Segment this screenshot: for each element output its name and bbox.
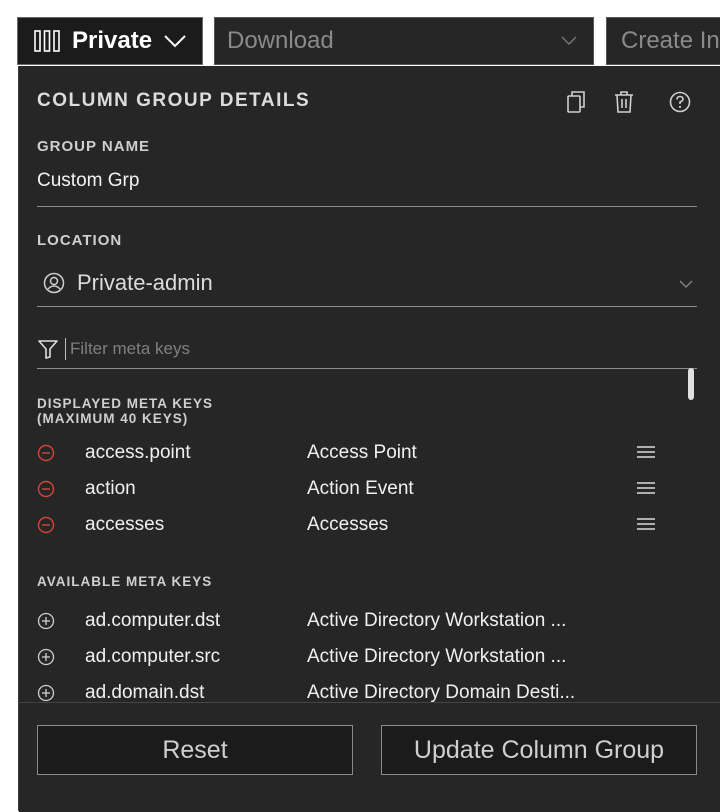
location-label: LOCATION: [37, 232, 123, 249]
plus-circle-icon[interactable]: [37, 684, 55, 702]
available-key-row: ad.computer.dst Active Directory Worksta…: [37, 606, 697, 636]
group-name-field[interactable]: Custom Grp: [37, 170, 139, 192]
plus-circle-icon[interactable]: [37, 648, 55, 666]
download-select[interactable]: Download: [214, 17, 594, 65]
meta-key-name: action: [85, 478, 136, 499]
meta-key-display-name: Accesses: [307, 514, 389, 535]
displayed-key-row: accesses Accesses: [37, 510, 697, 540]
columns-icon: [34, 30, 60, 52]
drag-handle-icon[interactable]: [637, 517, 655, 531]
displayed-key-row: access.point Access Point: [37, 438, 697, 468]
trash-icon[interactable]: [613, 90, 635, 114]
column-group-button[interactable]: Private: [17, 17, 203, 65]
filter-meta-keys-input[interactable]: [65, 338, 572, 360]
available-meta-keys-label: AVAILABLE META KEYS: [37, 574, 213, 589]
column-group-details-panel: COLUMN GROUP DETAILS GROUP NAME Custom G…: [18, 66, 720, 812]
drag-handle-icon[interactable]: [637, 481, 655, 495]
panel-title: COLUMN GROUP DETAILS: [37, 90, 311, 111]
reset-button[interactable]: Reset: [37, 725, 353, 775]
minus-circle-icon[interactable]: [37, 480, 55, 498]
scrollbar-thumb[interactable]: [688, 368, 694, 400]
filter-underline: [37, 368, 697, 369]
displayed-meta-keys-label: DISPLAYED META KEYS (MAXIMUM 40 KEYS): [37, 396, 214, 426]
funnel-icon: [38, 340, 58, 359]
meta-key-display-name: Action Event: [307, 478, 414, 499]
chevron-down-icon: [679, 280, 693, 288]
filter-row: [37, 332, 697, 366]
location-select[interactable]: Private-admin: [37, 266, 697, 300]
minus-circle-icon[interactable]: [37, 444, 55, 462]
location-underline: [37, 306, 697, 307]
meta-key-name: access.point: [85, 442, 191, 463]
chevron-down-icon: [164, 35, 186, 48]
meta-key-display-name: Active Directory Domain Desti...: [307, 682, 576, 703]
available-key-row: ad.computer.src Active Directory Worksta…: [37, 642, 697, 672]
meta-key-name: accesses: [85, 514, 165, 535]
chevron-down-icon: [561, 36, 577, 46]
meta-key-display-name: Active Directory Workstation ...: [307, 646, 567, 667]
update-column-group-button[interactable]: Update Column Group: [381, 725, 697, 775]
drag-handle-icon[interactable]: [637, 445, 655, 459]
plus-circle-icon[interactable]: [37, 612, 55, 630]
meta-key-name: ad.domain.dst: [85, 682, 205, 703]
copy-icon[interactable]: [565, 90, 587, 114]
download-select-label: Download: [227, 27, 334, 54]
location-value: Private-admin: [77, 270, 213, 295]
panel-footer: Reset Update Column Group: [19, 702, 720, 812]
help-icon[interactable]: [669, 90, 691, 114]
group-name-label: GROUP NAME: [37, 138, 151, 155]
meta-key-name: ad.computer.src: [85, 646, 221, 667]
meta-key-display-name: Active Directory Workstation ...: [307, 610, 567, 631]
displayed-key-row: action Action Event: [37, 474, 697, 504]
group-name-underline: [37, 206, 697, 207]
user-icon: [43, 272, 65, 294]
meta-key-display-name: Access Point: [307, 442, 417, 463]
minus-circle-icon[interactable]: [37, 516, 55, 534]
create-incident-label: Create Incident: [621, 27, 720, 54]
column-group-label: Private: [72, 27, 153, 54]
create-incident-button[interactable]: Create Incident: [606, 17, 720, 65]
meta-key-name: ad.computer.dst: [85, 610, 221, 631]
